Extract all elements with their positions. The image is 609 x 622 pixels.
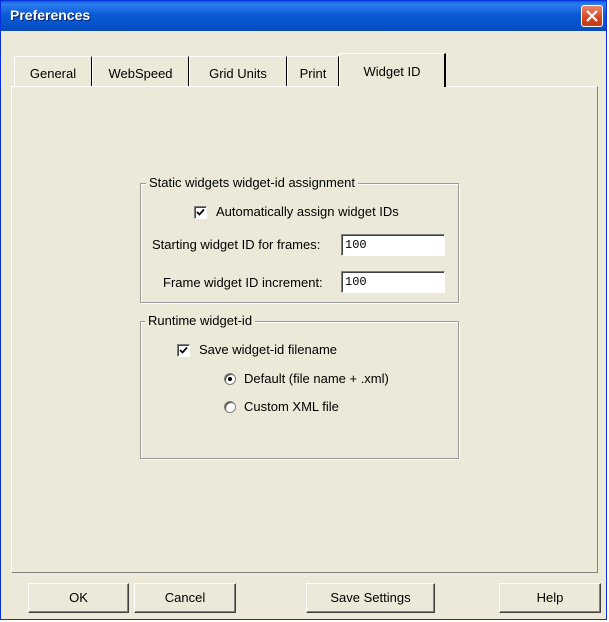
tab-print[interactable]: Print bbox=[287, 56, 339, 86]
title-bar[interactable]: Preferences bbox=[1, 1, 606, 31]
increment-input[interactable] bbox=[341, 271, 445, 293]
preferences-dialog: Preferences General WebSpeed Grid Units … bbox=[0, 0, 607, 620]
starting-id-input[interactable] bbox=[341, 234, 445, 256]
starting-id-label: Starting widget ID for frames: bbox=[152, 237, 321, 252]
save-settings-button[interactable]: Save Settings bbox=[306, 583, 435, 613]
custom-xml-radio[interactable] bbox=[224, 401, 236, 413]
checkmark-icon bbox=[179, 346, 188, 354]
radio-selected-dot bbox=[228, 377, 232, 381]
runtime-widget-id-group-title: Runtime widget-id bbox=[145, 313, 256, 328]
save-filename-label: Save widget-id filename bbox=[199, 342, 338, 357]
save-filename-checkbox[interactable] bbox=[177, 344, 190, 357]
tab-grid-units-label: Grid Units bbox=[209, 66, 267, 81]
checkmark-icon bbox=[196, 208, 205, 216]
tab-print-label: Print bbox=[299, 66, 327, 81]
tab-webspeed[interactable]: WebSpeed bbox=[92, 56, 189, 86]
tab-widget-id-label: Widget ID bbox=[363, 64, 421, 79]
tab-general[interactable]: General bbox=[14, 56, 92, 86]
close-button[interactable] bbox=[581, 5, 603, 27]
tab-grid-units[interactable]: Grid Units bbox=[189, 56, 287, 86]
static-widgets-group-title: Static widgets widget-id assignment bbox=[146, 175, 358, 190]
default-filename-label: Default (file name + .xml) bbox=[244, 371, 389, 386]
auto-assign-label: Automatically assign widget IDs bbox=[216, 204, 399, 219]
ok-button[interactable]: OK bbox=[28, 583, 129, 613]
custom-xml-label: Custom XML file bbox=[244, 399, 339, 414]
auto-assign-checkbox[interactable] bbox=[194, 206, 207, 219]
close-icon bbox=[586, 10, 598, 22]
window-title: Preferences bbox=[10, 7, 91, 23]
increment-label: Frame widget ID increment: bbox=[163, 275, 323, 290]
cancel-button[interactable]: Cancel bbox=[134, 583, 236, 613]
default-filename-radio[interactable] bbox=[224, 373, 236, 385]
tab-general-label: General bbox=[29, 66, 77, 81]
help-button[interactable]: Help bbox=[499, 583, 601, 613]
tab-widget-id[interactable]: Widget ID bbox=[339, 53, 446, 87]
tab-webspeed-label: WebSpeed bbox=[108, 66, 173, 81]
